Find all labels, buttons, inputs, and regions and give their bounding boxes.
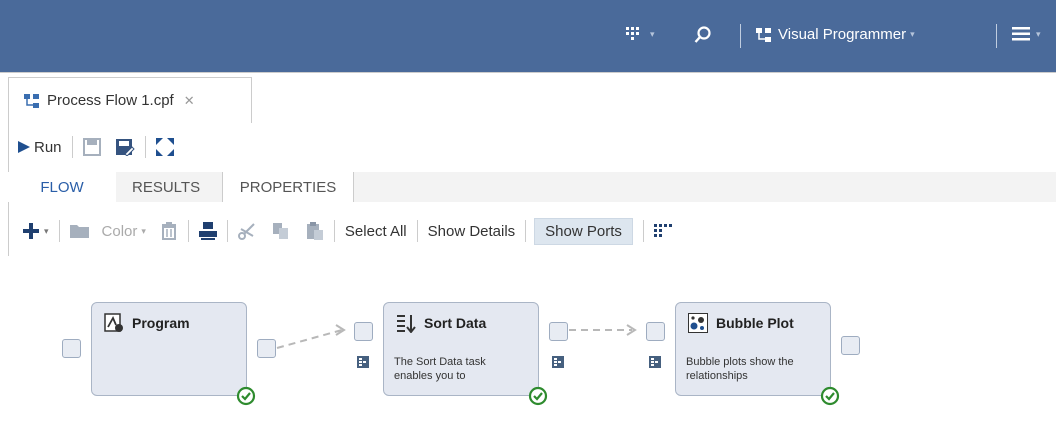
node-description: Bubble plots show the relationships (686, 356, 794, 382)
bubble-plot-icon (688, 313, 708, 333)
node-title-label: Program (132, 315, 190, 331)
output-port[interactable] (257, 339, 276, 358)
node-title-label: Bubble Plot (716, 315, 794, 331)
sort-icon (397, 315, 416, 333)
node-title: Sort Data (396, 313, 486, 333)
success-check-icon (236, 386, 256, 406)
input-port[interactable] (354, 322, 373, 341)
output-port[interactable] (549, 322, 568, 341)
success-check-icon (820, 386, 840, 406)
table-icon (357, 356, 369, 368)
table-icon (649, 356, 661, 368)
node-bubble-plot[interactable]: Bubble Plot Bubble plots show the relati… (675, 302, 831, 396)
table-icon (552, 356, 564, 368)
input-port[interactable] (646, 322, 665, 341)
node-sort-data[interactable]: Sort Data The Sort Data task enables you… (383, 302, 539, 396)
node-title-label: Sort Data (424, 315, 487, 331)
node-title: Bubble Plot (688, 313, 794, 333)
output-port[interactable] (841, 336, 860, 355)
node-program[interactable]: Program (91, 302, 247, 396)
node-title: Program (104, 313, 190, 333)
input-port[interactable] (62, 339, 81, 358)
node-description: The Sort Data task enables you to (394, 356, 486, 382)
program-icon (104, 313, 123, 332)
success-check-icon (528, 386, 548, 406)
